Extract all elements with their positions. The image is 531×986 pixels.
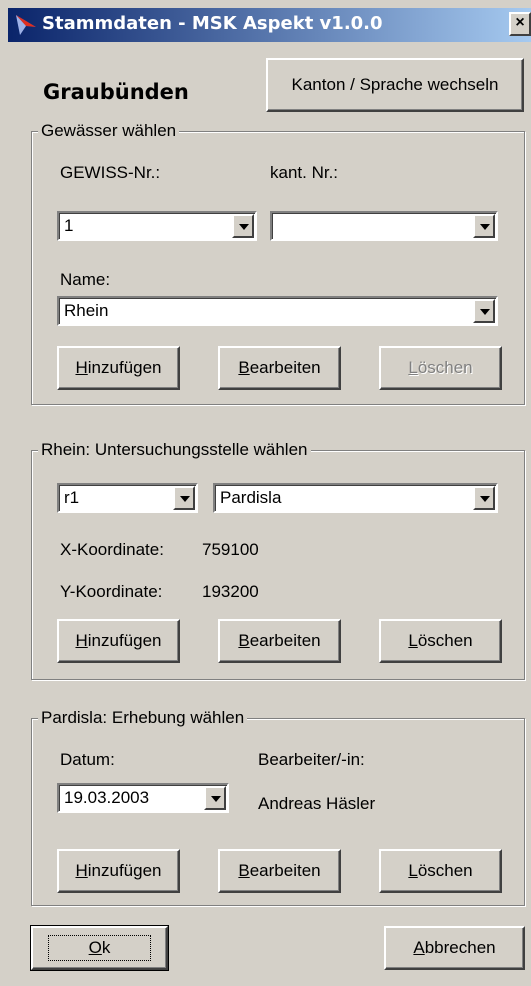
stelle-edit-button[interactable]: Bearbeiten <box>218 619 341 663</box>
gewaesser-add-button[interactable]: Hinzufügen <box>57 346 180 390</box>
chevron-down-icon[interactable] <box>204 786 226 810</box>
accel-key: O <box>88 938 102 957</box>
stelle-edit-label: Bearbeiten <box>238 631 320 651</box>
accel-key: H <box>75 358 88 377</box>
ok-button[interactable]: Ok <box>30 925 169 971</box>
chevron-down-icon[interactable] <box>473 299 495 323</box>
accel-key: H <box>75 631 88 650</box>
stelle-code-combo[interactable]: r1 <box>57 483 198 513</box>
switch-canton-language-button[interactable]: Kanton / Sprache wechseln <box>266 58 524 112</box>
close-icon[interactable]: × <box>509 12 531 36</box>
label-rest: inzufügen <box>87 631 162 650</box>
title-bar[interactable]: Stammdaten - MSK Aspekt v1.0.0 × <box>8 8 531 42</box>
gewiss-combo[interactable]: 1 <box>57 211 257 241</box>
name-combo[interactable]: Rhein <box>57 296 498 326</box>
label-rest: öschen <box>417 631 473 650</box>
chevron-down-icon[interactable] <box>473 214 495 238</box>
stelle-name-combo[interactable]: Pardisla <box>213 483 498 513</box>
datum-combo[interactable]: 19.03.2003 <box>57 783 229 813</box>
label-rest: inzufügen <box>87 861 162 880</box>
erhebung-edit-label: Bearbeiten <box>238 861 320 881</box>
gewaesser-add-label: Hinzufügen <box>75 358 161 378</box>
stelle-add-button[interactable]: Hinzufügen <box>57 619 180 663</box>
gewiss-value: 1 <box>64 216 74 235</box>
chevron-down-icon[interactable] <box>473 486 495 510</box>
accel-key: L <box>408 861 418 880</box>
cancel-label: Abbrechen <box>413 938 495 958</box>
label-rest: bbrechen <box>424 938 496 957</box>
erhebung-edit-button[interactable]: Bearbeiten <box>218 849 341 893</box>
erhebung-delete-label: Löschen <box>408 861 472 881</box>
switch-canton-language-label: Kanton / Sprache wechseln <box>291 75 499 94</box>
label-rest: k <box>101 938 111 957</box>
gewaesser-edit-button[interactable]: Bearbeiten <box>218 346 341 390</box>
stelle-add-label: Hinzufügen <box>75 631 161 651</box>
name-label: Name: <box>60 270 111 289</box>
label-rest: öschen <box>417 861 473 880</box>
accel-key: B <box>238 358 250 377</box>
accel-key: B <box>238 861 250 880</box>
bearbeiter-label: Bearbeiter/-in: <box>258 750 365 769</box>
cancel-button[interactable]: Abbrechen <box>384 926 525 970</box>
gewiss-label: GEWISS-Nr.: <box>60 163 161 182</box>
erhebung-add-label: Hinzufügen <box>75 861 161 881</box>
x-coordinate-value: 759100 <box>202 540 259 559</box>
label-rest: inzufügen <box>87 358 162 377</box>
chevron-down-icon[interactable] <box>173 486 195 510</box>
kant-nr-label: kant. Nr.: <box>270 163 339 182</box>
accel-key: L <box>408 358 418 377</box>
y-coordinate-value: 193200 <box>202 582 259 601</box>
stammdaten-dialog: Stammdaten - MSK Aspekt v1.0.0 × Graubün… <box>0 0 531 986</box>
gewaesser-delete-label: Löschen <box>408 358 472 378</box>
datum-label: Datum: <box>60 750 115 769</box>
bearbeiter-value: Andreas Häsler <box>258 794 376 813</box>
accel-key: H <box>75 861 88 880</box>
gewaesser-delete-button[interactable]: Löschen <box>379 346 502 390</box>
stelle-code-value: r1 <box>64 488 80 507</box>
accel-key: L <box>408 631 418 650</box>
stelle-delete-label: Löschen <box>408 631 472 651</box>
stelle-name-value: Pardisla <box>220 488 282 507</box>
window-title: Stammdaten - MSK Aspekt v1.0.0 <box>42 13 383 34</box>
erhebung-legend: Pardisla: Erhebung wählen <box>38 708 248 728</box>
label-rest: öschen <box>417 358 473 377</box>
label-rest: earbeiten <box>249 861 321 880</box>
accel-key: B <box>238 631 250 650</box>
gewaesser-edit-label: Bearbeiten <box>238 358 320 378</box>
erhebung-delete-button[interactable]: Löschen <box>379 849 502 893</box>
canton-name: Graubünden <box>43 80 189 104</box>
x-coordinate-label: X-Koordinate: <box>60 540 164 559</box>
label-rest: earbeiten <box>249 631 321 650</box>
label-rest: earbeiten <box>249 358 321 377</box>
datum-value: 19.03.2003 <box>64 788 150 807</box>
erhebung-add-button[interactable]: Hinzufügen <box>57 849 180 893</box>
chevron-down-icon[interactable] <box>232 214 254 238</box>
gewaesser-legend: Gewässer wählen <box>38 121 180 141</box>
name-value: Rhein <box>64 301 109 320</box>
stelle-delete-button[interactable]: Löschen <box>379 619 502 663</box>
ok-label: Ok <box>47 935 152 961</box>
app-icon <box>16 15 36 35</box>
accel-key: A <box>413 938 425 957</box>
stelle-legend: Rhein: Untersuchungsstelle wählen <box>38 440 311 460</box>
y-coordinate-label: Y-Koordinate: <box>60 582 163 601</box>
kant-nr-combo[interactable] <box>270 211 498 241</box>
